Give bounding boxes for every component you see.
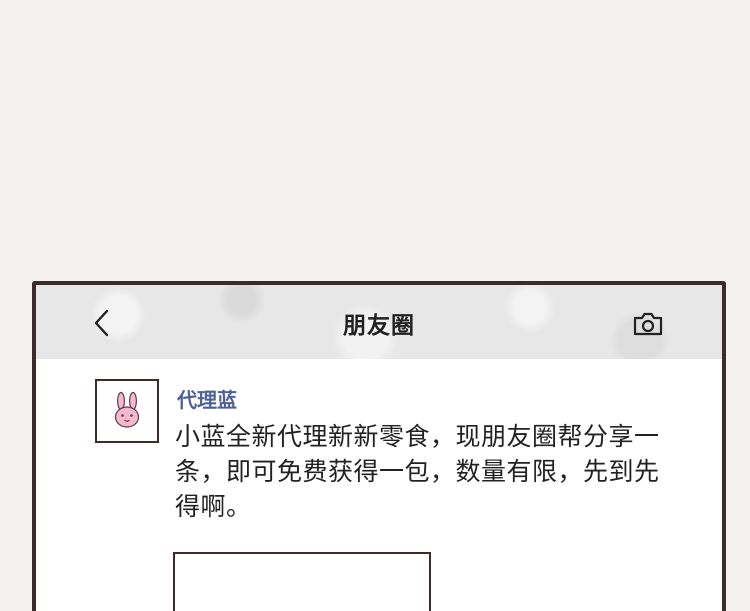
moment-post: 代理蓝 小蓝全新代理新新零食，现朋友圈帮分享一条，即可免费获得一包，数量有限，先… bbox=[36, 359, 722, 611]
top-navbar: 朋友圈 bbox=[36, 285, 722, 359]
post-text: 小蓝全新代理新新零食，现朋友圈帮分享一条，即可免费获得一包，数量有限，先到先得啊… bbox=[175, 422, 660, 521]
camera-icon bbox=[633, 312, 663, 336]
camera-button[interactable] bbox=[631, 309, 665, 339]
post-image[interactable] bbox=[173, 552, 431, 611]
phone-screen: 朋友圈 代理蓝 小蓝全新代理新新零食，现朋友圈帮分享一条，即可免费获得一包，数量… bbox=[32, 281, 726, 611]
avatar[interactable] bbox=[95, 379, 159, 443]
page-title: 朋友圈 bbox=[343, 313, 415, 339]
bunny-avatar-icon bbox=[114, 391, 140, 428]
post-username[interactable]: 代理蓝 bbox=[177, 384, 237, 413]
